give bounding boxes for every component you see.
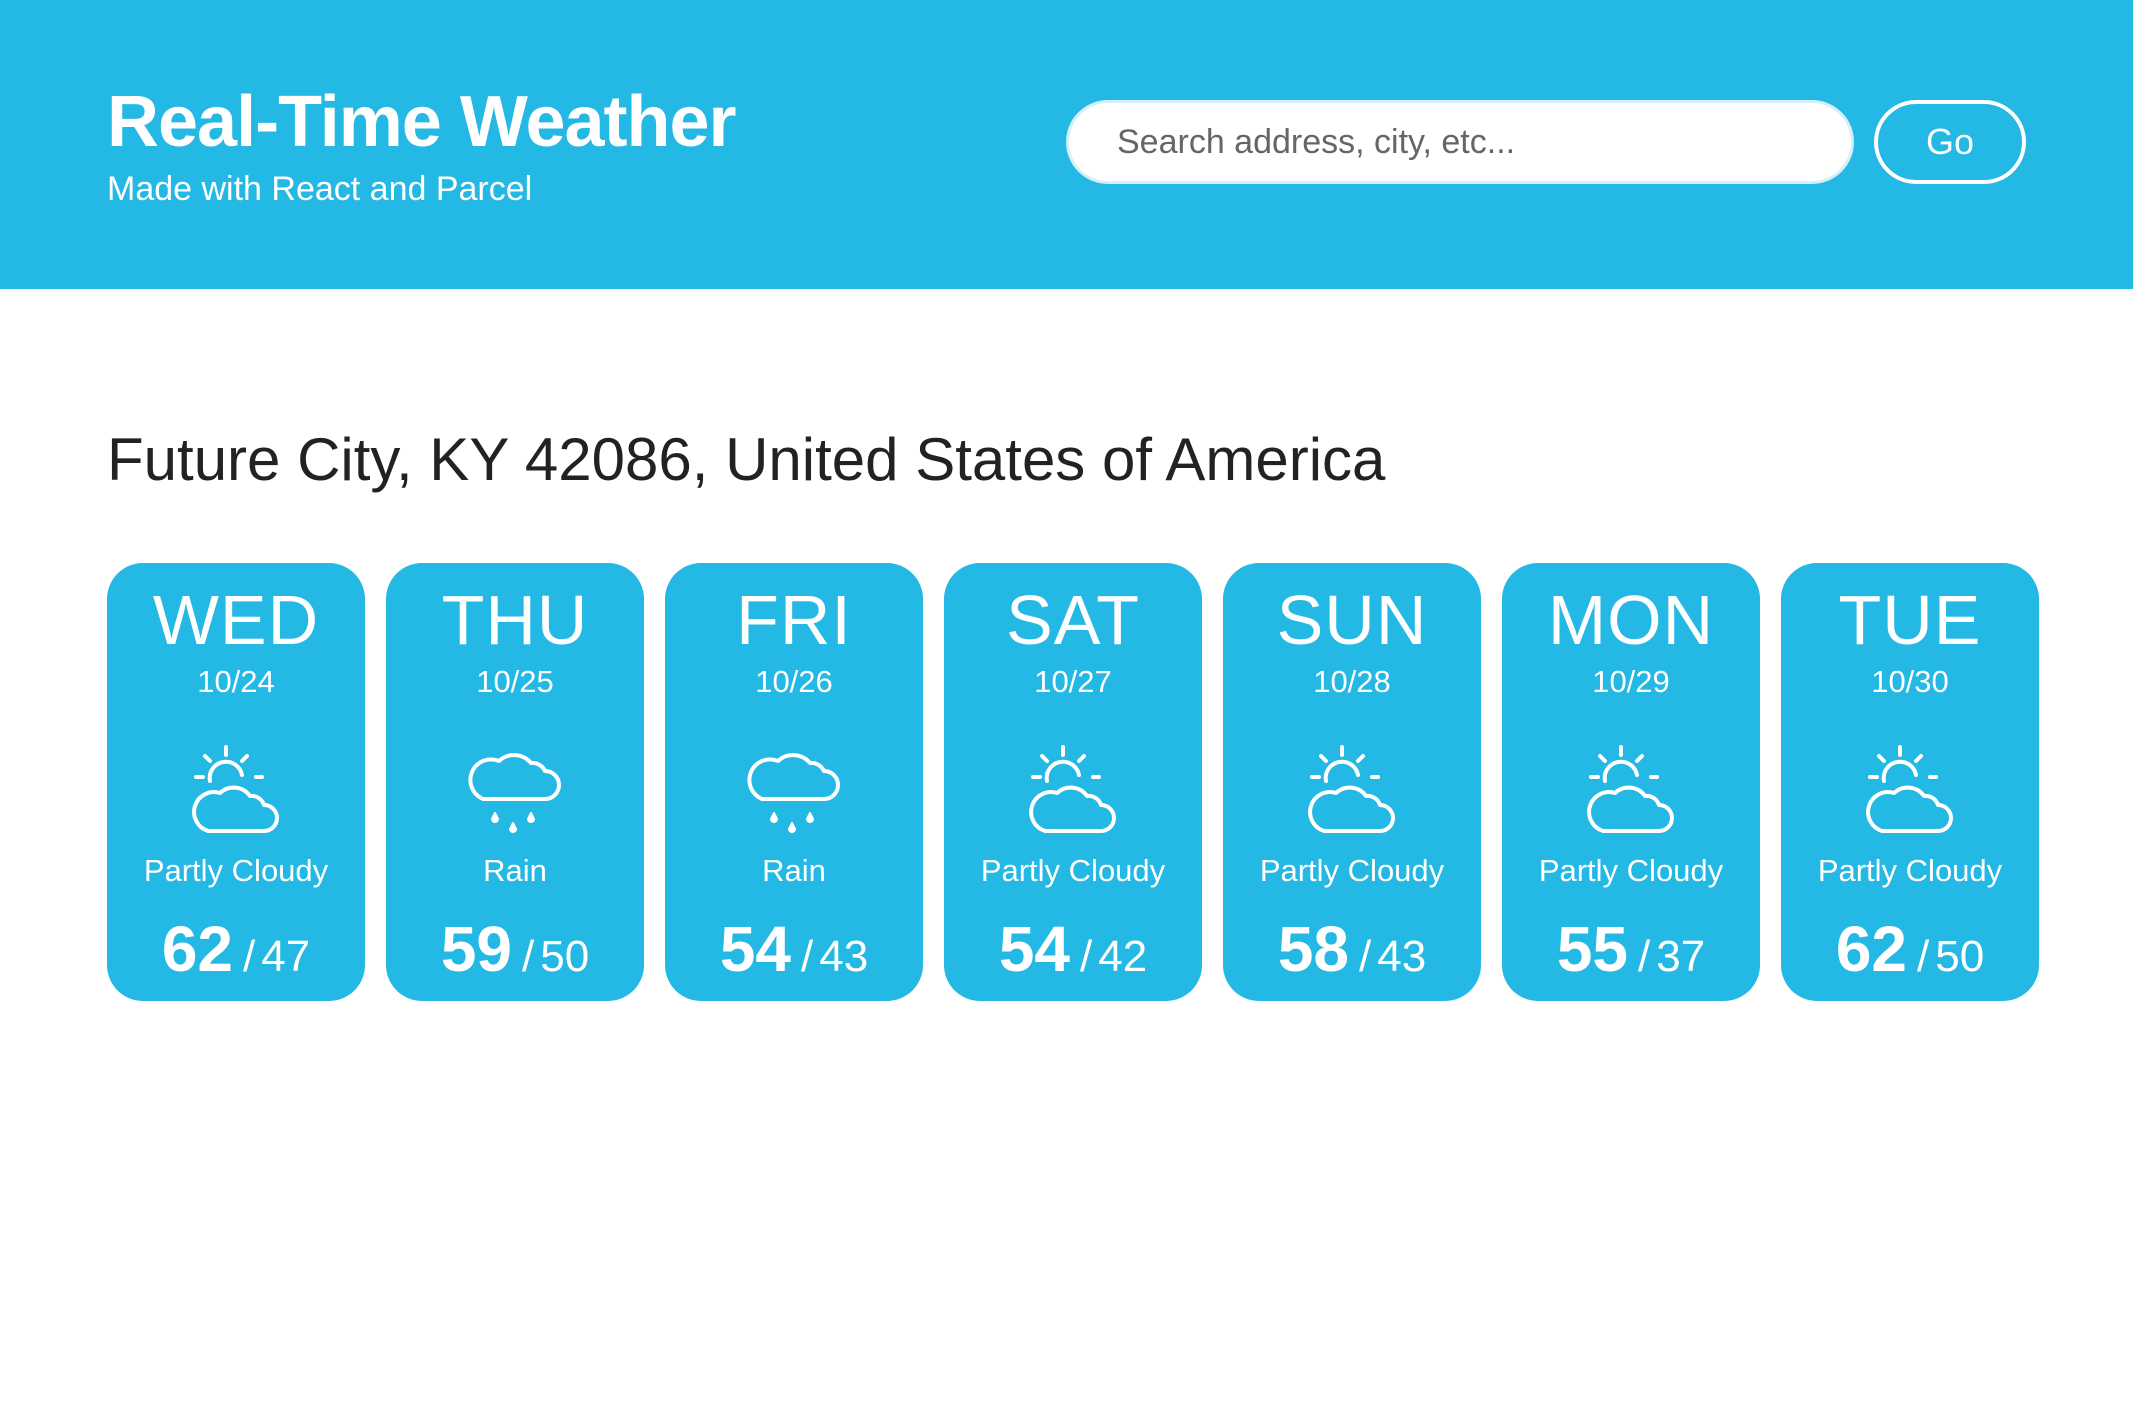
temp-low: 43 bbox=[819, 932, 869, 981]
day-date: 10/26 bbox=[755, 664, 833, 699]
temp-separator: / bbox=[1080, 932, 1093, 981]
condition-label: Rain bbox=[762, 853, 826, 888]
condition-label: Partly Cloudy bbox=[1259, 853, 1445, 888]
forecast-day-card: THU 10/25 Rain 59/50 bbox=[386, 563, 644, 1001]
temp-high: 62 bbox=[161, 913, 233, 985]
temp-separator: / bbox=[1638, 932, 1651, 981]
day-name: WED bbox=[152, 581, 320, 659]
forecast-day-card: TUE 10/30 Partly Cloudy 62/50 bbox=[1781, 563, 2039, 1001]
day-name: TUE bbox=[1838, 581, 1982, 659]
temp-low: 43 bbox=[1377, 932, 1427, 981]
day-date: 10/25 bbox=[476, 664, 554, 699]
temperature-range: 62/50 bbox=[1781, 917, 2039, 981]
partly-cloudy-icon bbox=[1302, 741, 1402, 841]
app-subtitle: Made with React and Parcel bbox=[107, 170, 533, 208]
rain-icon bbox=[465, 741, 565, 841]
location-title: Future City, KY 42086, United States of … bbox=[107, 426, 1386, 493]
search-input[interactable] bbox=[1066, 100, 1854, 184]
day-name: THU bbox=[441, 581, 589, 659]
temp-high: 58 bbox=[1277, 913, 1349, 985]
app-header: Real-Time Weather Made with React and Pa… bbox=[0, 0, 2133, 289]
temp-separator: / bbox=[522, 932, 535, 981]
temperature-range: 55/37 bbox=[1502, 917, 1760, 981]
temperature-range: 54/43 bbox=[665, 917, 923, 981]
forecast-day-card: MON 10/29 Partly Cloudy 55/37 bbox=[1502, 563, 1760, 1001]
temperature-range: 62/47 bbox=[107, 917, 365, 981]
partly-cloudy-icon bbox=[186, 741, 286, 841]
temp-low: 50 bbox=[540, 932, 590, 981]
forecast-day-card: SUN 10/28 Partly Cloudy 58/43 bbox=[1223, 563, 1481, 1001]
brand: Real-Time Weather Made with React and Pa… bbox=[107, 82, 737, 208]
forecast-day-card: FRI 10/26 Rain 54/43 bbox=[665, 563, 923, 1001]
temp-separator: / bbox=[243, 932, 256, 981]
app-title: Real-Time Weather bbox=[107, 82, 737, 162]
rain-icon bbox=[744, 741, 844, 841]
go-button[interactable]: Go bbox=[1874, 100, 2026, 184]
forecast-day-card: WED 10/24 Partly Cloudy 62/47 bbox=[107, 563, 365, 1001]
temperature-range: 54/42 bbox=[944, 917, 1202, 981]
day-name: SAT bbox=[1006, 581, 1140, 659]
forecast-list: WED 10/24 Partly Cloudy 62/47 THU 10/25 … bbox=[107, 563, 2039, 1001]
day-date: 10/24 bbox=[197, 664, 275, 699]
day-date: 10/29 bbox=[1592, 664, 1670, 699]
partly-cloudy-icon bbox=[1860, 741, 1960, 841]
temp-separator: / bbox=[801, 932, 814, 981]
day-date: 10/30 bbox=[1871, 664, 1949, 699]
temp-low: 37 bbox=[1656, 932, 1706, 981]
temp-low: 42 bbox=[1098, 932, 1148, 981]
temp-high: 54 bbox=[998, 913, 1070, 985]
condition-label: Partly Cloudy bbox=[143, 853, 329, 888]
partly-cloudy-icon bbox=[1023, 741, 1123, 841]
day-name: SUN bbox=[1276, 581, 1428, 659]
temp-high: 62 bbox=[1835, 913, 1907, 985]
day-date: 10/28 bbox=[1313, 664, 1391, 699]
day-name: MON bbox=[1547, 581, 1715, 659]
condition-label: Rain bbox=[483, 853, 547, 888]
day-date: 10/27 bbox=[1034, 664, 1112, 699]
temperature-range: 59/50 bbox=[386, 917, 644, 981]
temp-high: 54 bbox=[719, 913, 791, 985]
temperature-range: 58/43 bbox=[1223, 917, 1481, 981]
condition-label: Partly Cloudy bbox=[1538, 853, 1724, 888]
temp-low: 47 bbox=[261, 932, 311, 981]
temp-separator: / bbox=[1359, 932, 1372, 981]
temp-low: 50 bbox=[1935, 932, 1985, 981]
partly-cloudy-icon bbox=[1581, 741, 1681, 841]
temp-high: 55 bbox=[1556, 913, 1628, 985]
temp-separator: / bbox=[1917, 932, 1930, 981]
condition-label: Partly Cloudy bbox=[980, 853, 1166, 888]
condition-label: Partly Cloudy bbox=[1817, 853, 2003, 888]
day-name: FRI bbox=[736, 581, 852, 659]
temp-high: 59 bbox=[440, 913, 512, 985]
forecast-day-card: SAT 10/27 Partly Cloudy 54/42 bbox=[944, 563, 1202, 1001]
